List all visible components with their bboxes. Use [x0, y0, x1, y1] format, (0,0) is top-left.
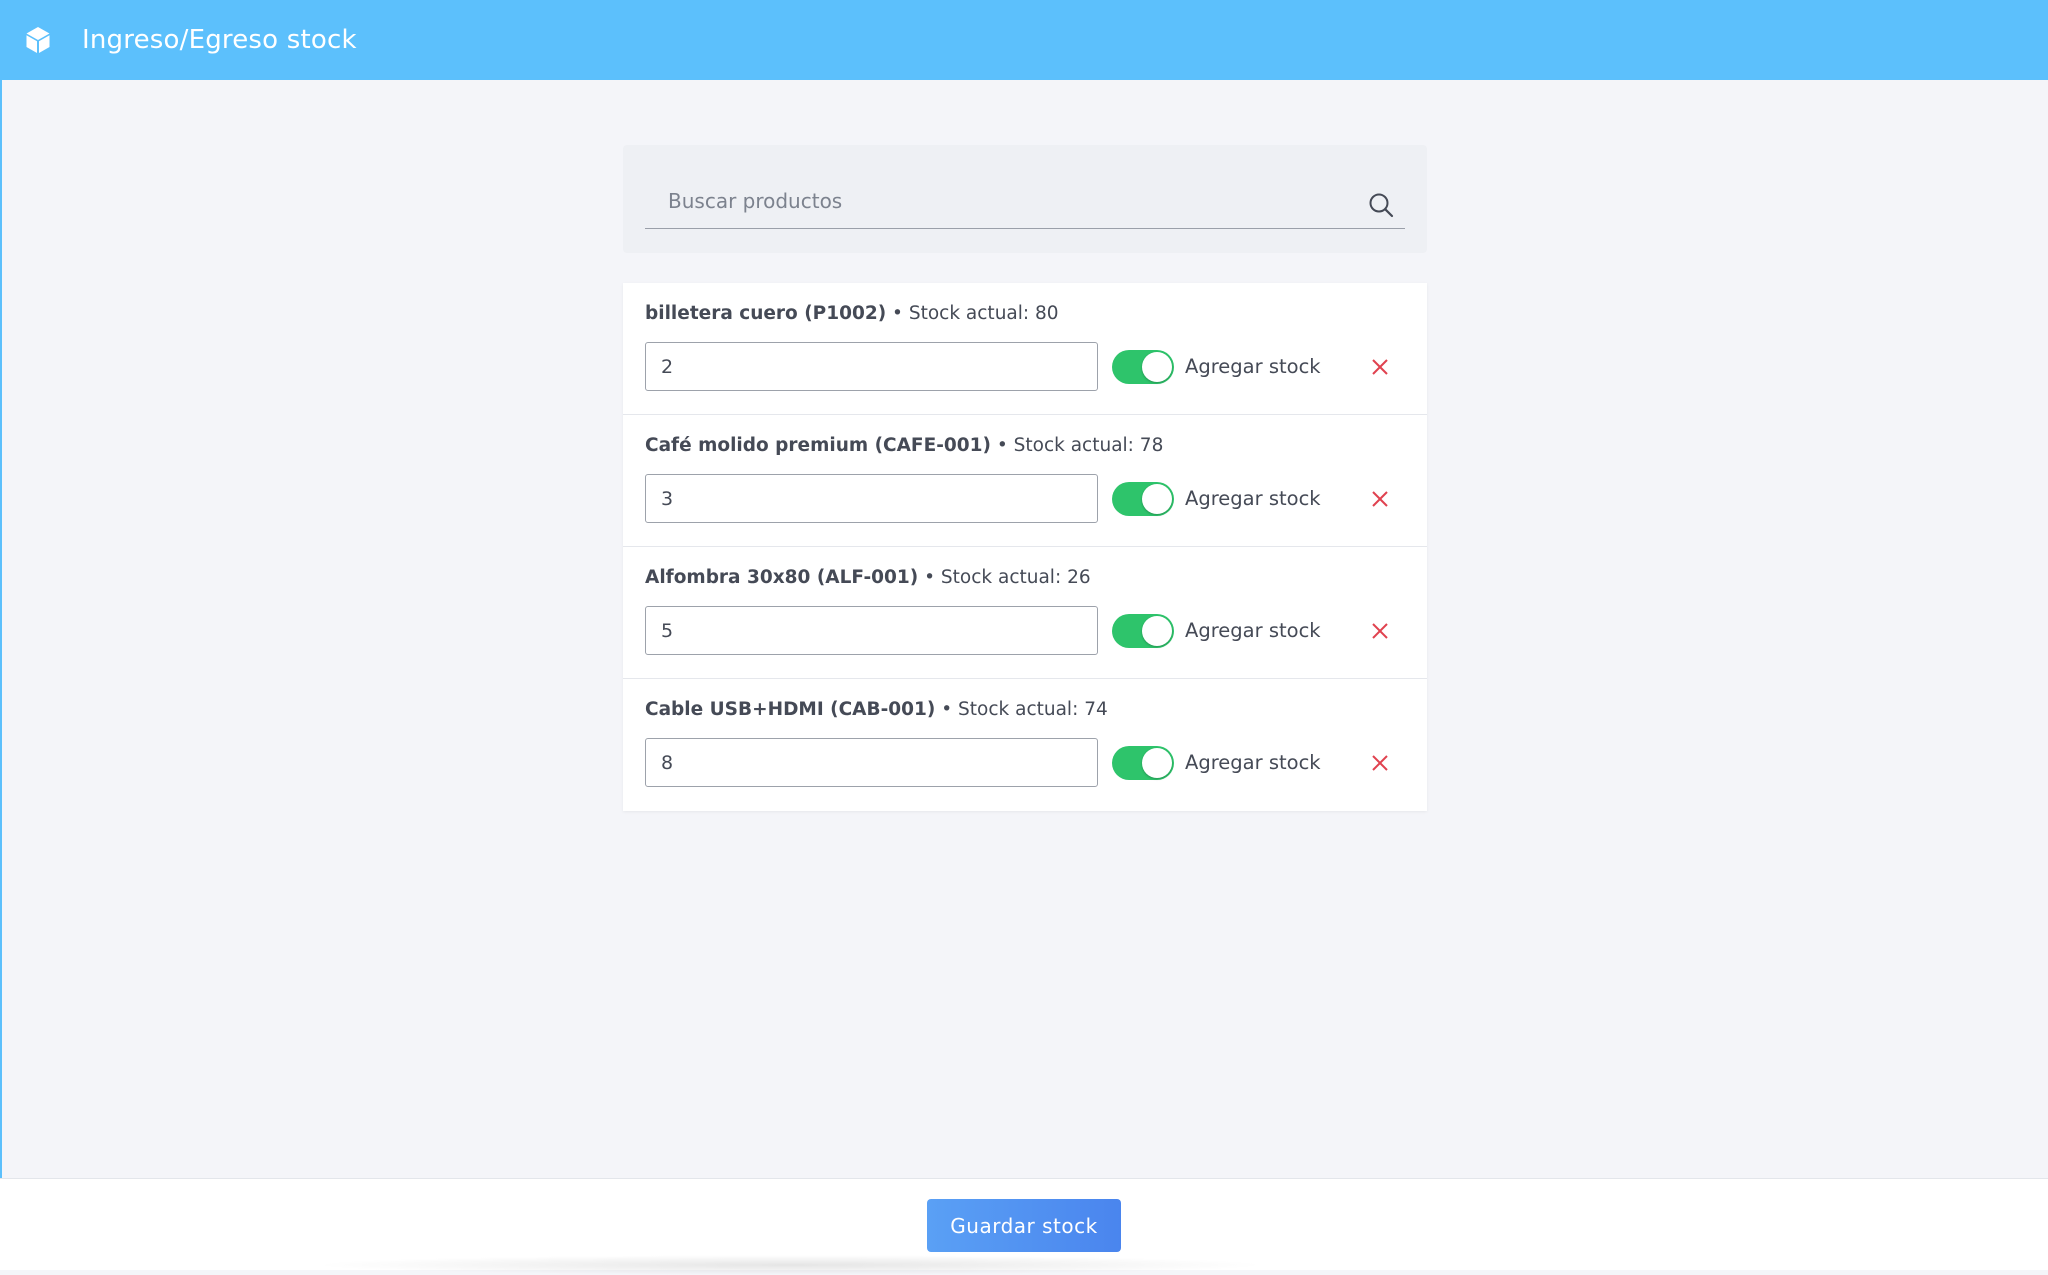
product-name: Café molido premium (CAFE-001): [645, 435, 991, 456]
footer-shadow: [310, 1255, 1270, 1275]
add-stock-toggle[interactable]: [1112, 746, 1174, 780]
search-input[interactable]: [645, 173, 1405, 229]
product-list: billetera cuero (P1002) • Stock actual: …: [623, 283, 1427, 811]
list-item: Alfombra 30x80 (ALF-001) • Stock actual:…: [623, 547, 1427, 679]
search-panel: [623, 145, 1427, 253]
page-title: Ingreso/Egreso stock: [82, 25, 357, 55]
top-bar: Ingreso/Egreso stock: [0, 0, 2048, 80]
toggle-knob: [1142, 352, 1172, 382]
close-icon[interactable]: [1369, 488, 1391, 510]
search-icon[interactable]: [1368, 192, 1394, 218]
product-title: Alfombra 30x80 (ALF-001) • Stock actual:…: [645, 567, 1091, 588]
stock-text: • Stock actual: 78: [990, 435, 1164, 456]
toggle-label: Agregar stock: [1185, 619, 1321, 642]
list-item: billetera cuero (P1002) • Stock actual: …: [623, 283, 1427, 415]
product-name: Alfombra 30x80 (ALF-001): [645, 567, 919, 588]
quantity-input[interactable]: [645, 606, 1098, 655]
close-icon[interactable]: [1369, 752, 1391, 774]
toggle-label: Agregar stock: [1185, 751, 1321, 774]
quantity-input[interactable]: [645, 474, 1098, 523]
product-title: Café molido premium (CAFE-001) • Stock a…: [645, 435, 1163, 456]
stock-text: • Stock actual: 26: [918, 567, 1091, 588]
product-title: Cable USB+HDMI (CAB-001) • Stock actual:…: [645, 699, 1108, 720]
stock-text: • Stock actual: 74: [935, 699, 1108, 720]
cube-icon: [24, 26, 52, 54]
toggle-label: Agregar stock: [1185, 355, 1321, 378]
close-icon[interactable]: [1369, 620, 1391, 642]
add-stock-toggle[interactable]: [1112, 350, 1174, 384]
close-icon[interactable]: [1369, 356, 1391, 378]
toggle-knob: [1142, 484, 1172, 514]
quantity-input[interactable]: [645, 342, 1098, 391]
list-item: Cable USB+HDMI (CAB-001) • Stock actual:…: [623, 679, 1427, 811]
add-stock-toggle[interactable]: [1112, 482, 1174, 516]
left-edge: [0, 80, 2, 1180]
product-name: Cable USB+HDMI (CAB-001): [645, 699, 936, 720]
main-content: billetera cuero (P1002) • Stock actual: …: [623, 145, 1427, 811]
list-item: Café molido premium (CAFE-001) • Stock a…: [623, 415, 1427, 547]
stock-text: • Stock actual: 80: [886, 303, 1059, 324]
toggle-knob: [1142, 616, 1172, 646]
add-stock-toggle[interactable]: [1112, 614, 1174, 648]
product-title: billetera cuero (P1002) • Stock actual: …: [645, 303, 1059, 324]
product-name: billetera cuero (P1002): [645, 303, 887, 324]
save-stock-button[interactable]: Guardar stock: [927, 1199, 1121, 1252]
quantity-input[interactable]: [645, 738, 1098, 787]
toggle-knob: [1142, 748, 1172, 778]
toggle-label: Agregar stock: [1185, 487, 1321, 510]
